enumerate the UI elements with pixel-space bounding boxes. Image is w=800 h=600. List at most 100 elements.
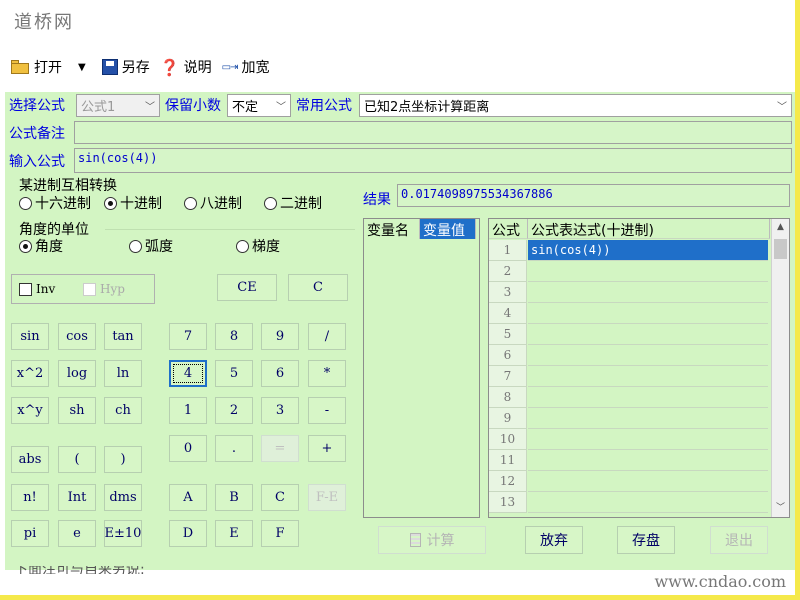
common-formula-select[interactable]: 已知2点坐标计算距离 ﹀ [359,94,792,117]
multiply-button[interactable]: * [308,360,346,387]
cos-button[interactable]: cos [58,323,96,350]
hyp-checkbox[interactable]: Hyp [83,282,125,296]
digit-2-button[interactable]: 2 [215,397,253,424]
hex-e-button[interactable]: E [215,520,253,547]
scroll-thumb[interactable] [774,239,787,259]
row-expression[interactable] [528,429,768,450]
decimals-label: 保留小数 [165,98,221,114]
factorial-button[interactable]: n! [11,484,49,511]
table-row[interactable]: 8 [489,387,789,408]
row-expression[interactable] [528,261,768,282]
hex-a-button[interactable]: A [169,484,207,511]
radio-gradian[interactable]: 梯度 [236,236,280,256]
add-button[interactable]: + [308,435,346,462]
dms-button[interactable]: dms [104,484,142,511]
abs-button[interactable]: abs [11,446,49,473]
hex-c-button[interactable]: C [261,484,299,511]
open-button[interactable]: 打开 [10,57,62,77]
log-button[interactable]: log [58,360,96,387]
row-expression[interactable] [528,345,768,366]
variables-list[interactable]: 变量名 变量值 [363,218,480,518]
ln-button[interactable]: ln [104,360,142,387]
digit-6-button[interactable]: 6 [261,360,299,387]
row-expression[interactable] [528,387,768,408]
table-row[interactable]: 10 [489,429,789,450]
exit-button[interactable]: 退出 [710,526,768,554]
sin-button[interactable]: sin [11,323,49,350]
table-row[interactable]: 12 [489,471,789,492]
ce-button[interactable]: CE [217,274,277,301]
tan-button[interactable]: tan [104,323,142,350]
table-row[interactable]: 13 [489,492,789,513]
scroll-down-icon[interactable]: ﹀ [772,500,789,517]
formula-input[interactable]: sin(cos(4)) [74,148,792,173]
scroll-up-icon[interactable]: ▲ [772,219,789,236]
digit-3-button[interactable]: 3 [261,397,299,424]
discard-button[interactable]: 放弃 [525,526,583,554]
table-row[interactable]: 2 [489,261,789,282]
digit-0-button[interactable]: 0 [169,435,207,462]
calculate-button[interactable]: 计算 [378,526,486,554]
divide-button[interactable]: / [308,323,346,350]
fe-button[interactable]: F-E [308,484,346,511]
digit-8-button[interactable]: 8 [215,323,253,350]
left-paren-button[interactable]: ( [58,446,96,473]
sh-button[interactable]: sh [58,397,96,424]
table-row[interactable]: 4 [489,303,789,324]
decimals-select[interactable]: 不定 ﹀ [227,94,291,117]
row-expression[interactable] [528,282,768,303]
radio-bin[interactable]: 二进制 [264,193,322,213]
row-expression[interactable] [528,492,768,513]
row-expression[interactable] [528,324,768,345]
table-row[interactable]: 5 [489,324,789,345]
table-row[interactable]: 3 [489,282,789,303]
digit-9-button[interactable]: 9 [261,323,299,350]
radio-hex[interactable]: 十六进制 [19,193,91,213]
subtract-button[interactable]: - [308,397,346,424]
grid-scrollbar[interactable]: ▲ ﹀ [771,219,789,517]
row-expression[interactable] [528,450,768,471]
digit-1-button[interactable]: 1 [169,397,207,424]
save-as-button[interactable]: 另存 [101,57,150,77]
table-row[interactable]: 7 [489,366,789,387]
row-expression[interactable] [528,303,768,324]
pi-button[interactable]: pi [11,520,49,547]
note-label: 公式备注 [9,126,65,142]
note-input[interactable] [74,121,792,144]
radio-degree[interactable]: 角度 [19,236,63,256]
square-button[interactable]: x^2 [11,360,49,387]
table-row[interactable]: 1 sin(cos(4)) [489,240,789,261]
row-expression[interactable] [528,408,768,429]
clear-button[interactable]: C [288,274,348,301]
row-expression[interactable] [528,366,768,387]
hex-d-button[interactable]: D [169,520,207,547]
inv-checkbox[interactable]: Inv [19,282,55,296]
row-expression[interactable]: sin(cos(4)) [528,240,768,261]
save-button[interactable]: 存盘 [617,526,675,554]
formula-grid[interactable]: 公式 公式表达式(十进制) 1 sin(cos(4)) 2 3 4 5 6 7 8 9 10 11 12… [488,218,790,518]
power-button[interactable]: x^y [11,397,49,424]
table-row[interactable]: 6 [489,345,789,366]
help-button[interactable]: ❓ 说明 [160,57,212,77]
digit-5-button[interactable]: 5 [215,360,253,387]
radio-oct[interactable]: 八进制 [184,193,242,213]
radio-dec[interactable]: 十进制 [104,193,162,213]
right-paren-button[interactable]: ) [104,446,142,473]
hex-b-button[interactable]: B [215,484,253,511]
digit-4-button[interactable]: 4 [169,360,207,387]
decimal-point-button[interactable]: . [215,435,253,462]
digit-7-button[interactable]: 7 [169,323,207,350]
widen-button[interactable]: ▭⇥ 加宽 [222,57,270,77]
hex-f-button[interactable]: F [261,520,299,547]
formula-select[interactable]: 公式1 ﹀ [76,94,160,117]
equals-button[interactable]: = [261,435,299,462]
open-dropdown-button[interactable]: ▼ [72,62,92,73]
exp10-button[interactable]: E±10 [104,520,142,547]
e-constant-button[interactable]: e [58,520,96,547]
ch-button[interactable]: ch [104,397,142,424]
int-button[interactable]: Int [58,484,96,511]
table-row[interactable]: 11 [489,450,789,471]
row-expression[interactable] [528,471,768,492]
table-row[interactable]: 9 [489,408,789,429]
radio-radian[interactable]: 弧度 [129,236,173,256]
